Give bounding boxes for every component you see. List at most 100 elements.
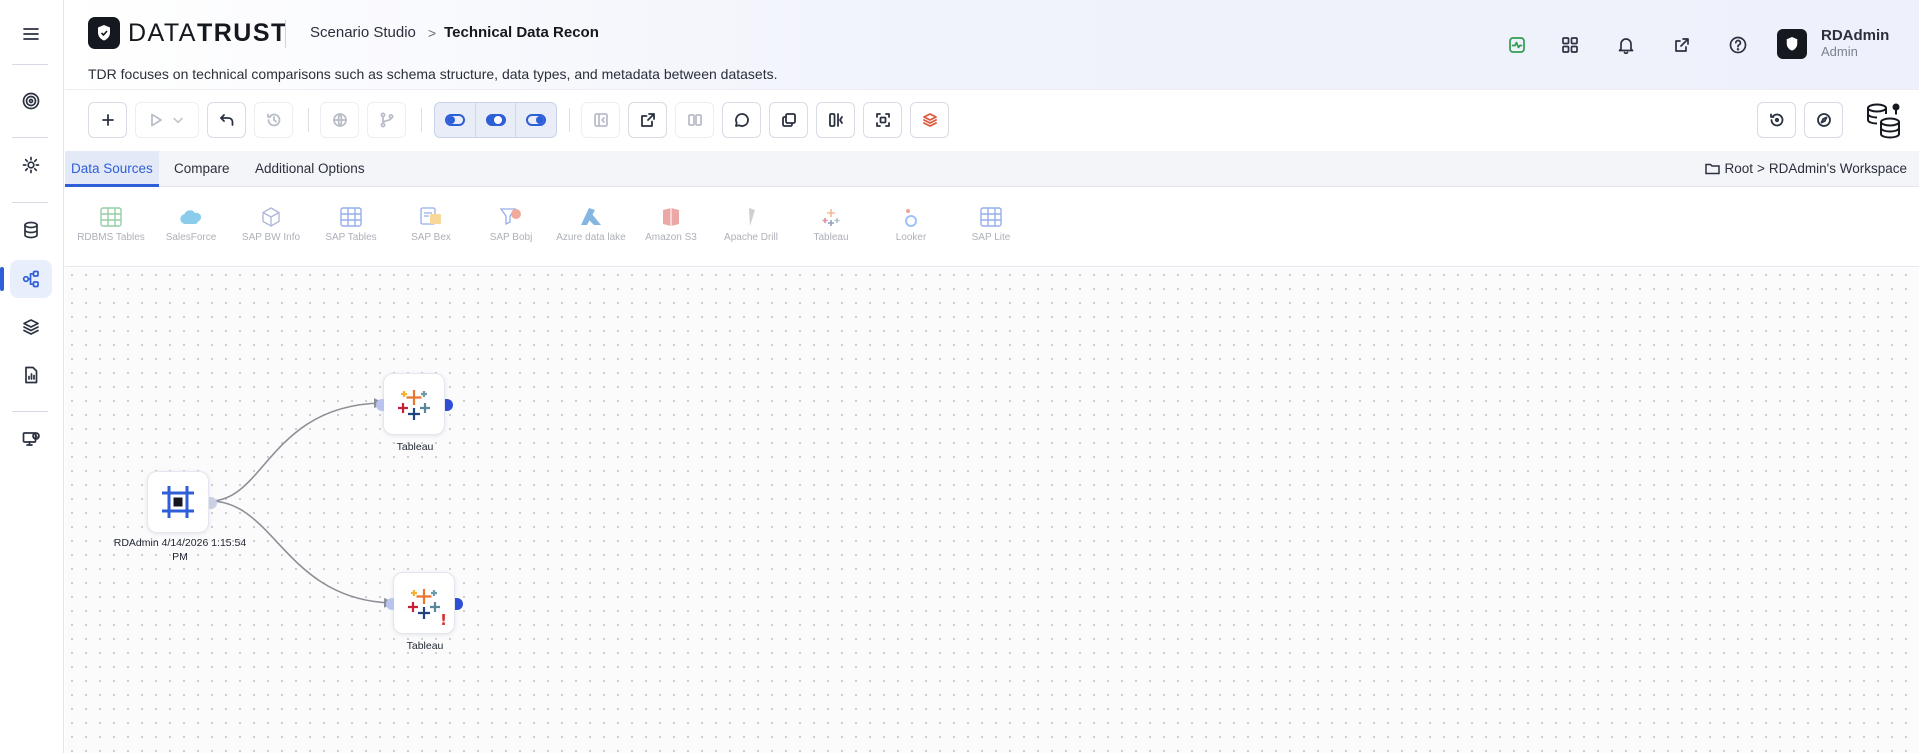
- restore-version-button[interactable]: [1757, 102, 1796, 138]
- source-rdbms-tables[interactable]: RDBMS Tables: [75, 205, 147, 245]
- external-link-icon[interactable]: [1667, 30, 1697, 60]
- source-salesforce[interactable]: SalesForce: [155, 205, 227, 245]
- tableau-icon: [398, 390, 430, 420]
- workspace-breadcrumb[interactable]: Root > RDAdmin's Workspace: [1705, 161, 1907, 176]
- navigate-button[interactable]: [1804, 102, 1843, 138]
- app-logo[interactable]: DATATRUST: [88, 17, 288, 49]
- target-icon[interactable]: [10, 82, 52, 120]
- workspace-name[interactable]: RDAdmin's Workspace: [1769, 161, 1907, 176]
- layers-icon[interactable]: [10, 308, 52, 346]
- tableau-icon: [795, 205, 867, 229]
- breadcrumb-separator: >: [427, 24, 437, 41]
- breadcrumb: Scenario Studio > Technical Data Recon: [310, 24, 599, 41]
- toolbar-divider: [308, 108, 309, 132]
- header-divider: [285, 20, 286, 48]
- s3-bucket-icon: [635, 205, 707, 229]
- add-button[interactable]: [88, 102, 127, 138]
- tableau-node[interactable]: [376, 373, 453, 435]
- toggle-left-button[interactable]: [435, 103, 476, 137]
- chevron-down-icon: [173, 117, 183, 124]
- start-node[interactable]: [147, 471, 217, 533]
- tableau-icon: [408, 589, 440, 619]
- database-icon[interactable]: [10, 211, 52, 249]
- monitor-icon[interactable]: [10, 420, 52, 458]
- warning-icon: !: [440, 611, 447, 629]
- toolbar-divider: [421, 108, 422, 132]
- compare-button[interactable]: [675, 102, 714, 138]
- looker-icon: [875, 205, 947, 229]
- globe-button[interactable]: [320, 102, 359, 138]
- fit-view-button[interactable]: [863, 102, 902, 138]
- source-tableau[interactable]: Tableau: [795, 205, 867, 245]
- report-chart-icon: [395, 205, 467, 229]
- toggle-left-icon: [444, 114, 465, 126]
- toolbar: [65, 90, 1919, 151]
- toolbar-divider: [569, 108, 570, 132]
- source-sap-tables[interactable]: SAP Tables: [315, 205, 387, 245]
- history-button[interactable]: [254, 102, 293, 138]
- workflow-icon[interactable]: [0, 260, 52, 298]
- table-icon: [315, 205, 387, 229]
- cube-icon: [235, 205, 307, 229]
- edge-start-to-tableau-1: [209, 398, 384, 502]
- toggle-middle-button[interactable]: [476, 103, 517, 137]
- apps-grid-icon[interactable]: [1555, 30, 1585, 60]
- view-toggle-group: [434, 102, 557, 138]
- tab-data-sources[interactable]: Data Sources: [65, 151, 159, 187]
- open-external-button[interactable]: [628, 102, 667, 138]
- source-sap-bw-info[interactable]: SAP BW Info: [235, 205, 307, 245]
- settings-icon[interactable]: [10, 146, 52, 184]
- edges-layer: [209, 398, 394, 608]
- menu-icon[interactable]: [10, 15, 52, 53]
- sidebar-divider: [12, 202, 48, 203]
- branch-button[interactable]: [367, 102, 406, 138]
- comment-button[interactable]: [722, 102, 761, 138]
- page-description: TDR focuses on technical comparisons suc…: [88, 66, 778, 82]
- data-reconcile-icon[interactable]: [1863, 100, 1903, 140]
- breadcrumb-scenario-studio[interactable]: Scenario Studio: [310, 24, 416, 41]
- tableau-node-label: Tableau: [406, 640, 444, 652]
- bell-icon[interactable]: [1611, 30, 1641, 60]
- table-icon: [75, 205, 147, 229]
- user-role: Admin: [1821, 44, 1858, 59]
- collapse-panel-button[interactable]: [581, 102, 620, 138]
- activity-icon[interactable]: [1502, 30, 1532, 60]
- toggle-right-icon: [526, 114, 547, 126]
- run-button[interactable]: [135, 102, 199, 138]
- toggle-right-button[interactable]: [516, 103, 556, 137]
- drill-icon: [715, 205, 787, 229]
- source-sap-bobj[interactable]: SAP Bobj: [475, 205, 547, 245]
- source-amazon-s3[interactable]: Amazon S3: [635, 205, 707, 245]
- tableau-node-in-port[interactable]: [386, 598, 394, 610]
- tableau-node-label: Tableau: [396, 441, 434, 453]
- sidebar: [0, 0, 64, 753]
- report-icon[interactable]: [10, 356, 52, 394]
- shield-logo-icon: [88, 17, 120, 49]
- user-menu[interactable]: RDAdmin Admin: [1777, 28, 1889, 60]
- tableau-node-in-port[interactable]: [376, 399, 384, 411]
- tab-bar: Data Sources Compare Additional Options …: [65, 151, 1919, 187]
- app-header: DATATRUST Scenario Studio > Technical Da…: [65, 0, 1919, 90]
- start-node-label: RDAdmin 4/14/2026 1:15:54 PM: [113, 537, 247, 563]
- workspace-separator: >: [1756, 161, 1765, 176]
- workspace-root[interactable]: Root: [1724, 161, 1753, 176]
- tab-compare[interactable]: Compare: [168, 151, 236, 187]
- split-view-button[interactable]: [816, 102, 855, 138]
- sidebar-divider: [12, 64, 48, 65]
- source-sap-lite[interactable]: SAP Lite: [955, 205, 1027, 245]
- undo-button[interactable]: [207, 102, 246, 138]
- tableau-node[interactable]: !: [386, 572, 463, 634]
- folder-icon: [1705, 163, 1721, 175]
- funnel-chart-icon: [475, 205, 547, 229]
- source-looker[interactable]: Looker: [875, 205, 947, 245]
- sidebar-divider: [12, 411, 48, 412]
- source-apache-drill[interactable]: Apache Drill: [715, 205, 787, 245]
- tab-additional-options[interactable]: Additional Options: [249, 151, 371, 187]
- avatar: [1777, 29, 1807, 59]
- help-icon[interactable]: [1723, 30, 1753, 60]
- duplicate-button[interactable]: [769, 102, 808, 138]
- layers-stack-button[interactable]: [910, 102, 949, 138]
- workflow-canvas[interactable]: RDAdmin 4/14/2026 1:15:54 PM Tableau ! T…: [65, 268, 1919, 753]
- source-azure-data-lake[interactable]: Azure data lake: [555, 205, 627, 245]
- source-sap-bex[interactable]: SAP Bex: [395, 205, 467, 245]
